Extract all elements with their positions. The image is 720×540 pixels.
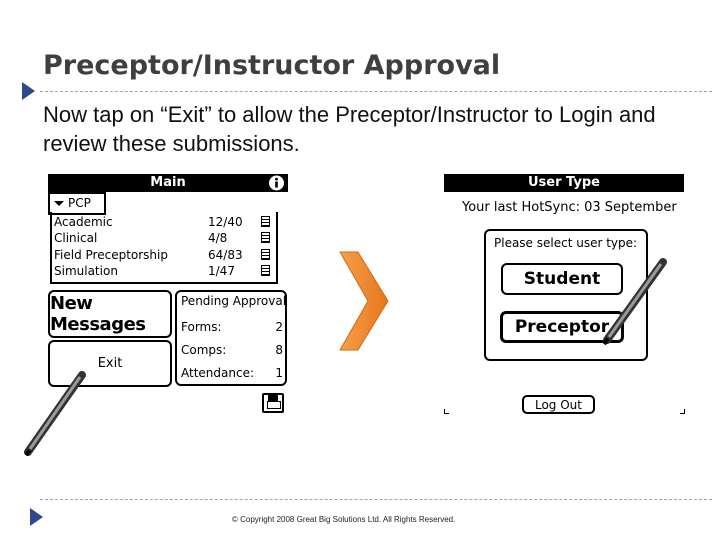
slide-bullet-icon — [30, 508, 43, 526]
footer-divider — [40, 499, 712, 500]
copyright-text: © Copyright 2008 Great Big Solutions Ltd… — [232, 515, 456, 524]
stylus-pen-icon — [602, 258, 667, 346]
